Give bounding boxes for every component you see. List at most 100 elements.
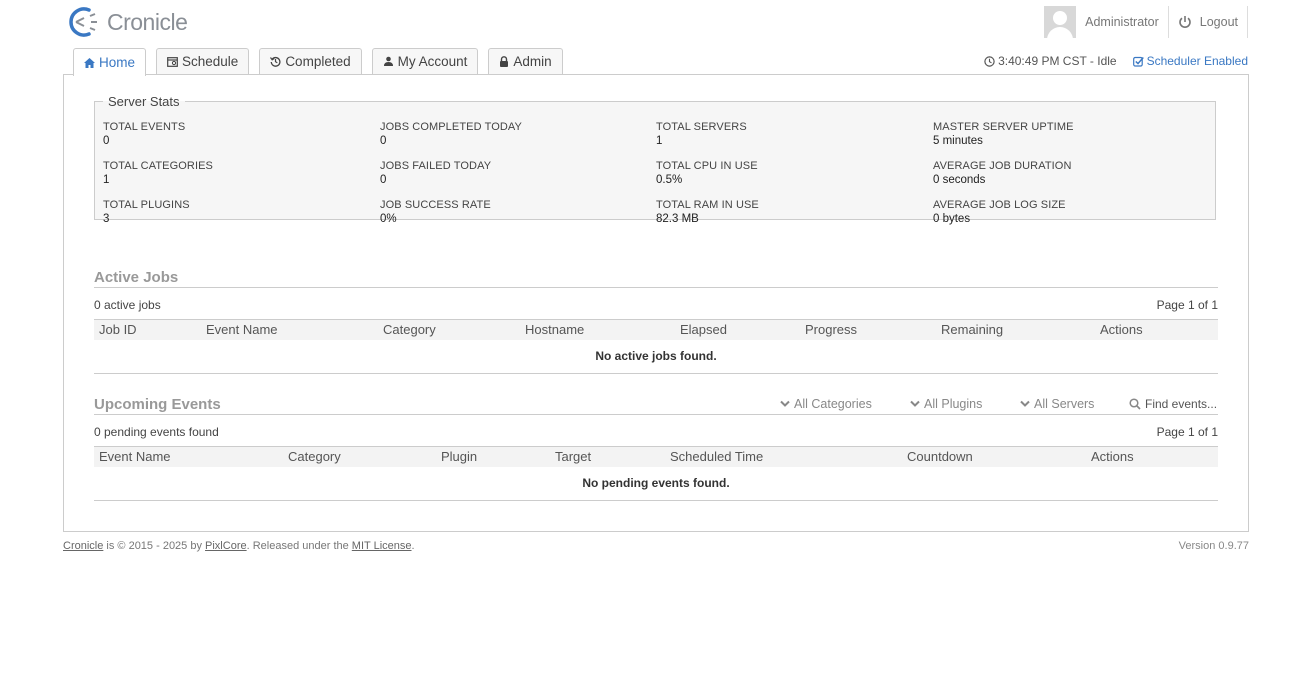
col-elapsed[interactable]: Elapsed [680,322,727,337]
stat-label: TOTAL SERVERS [656,121,747,133]
stat-label: TOTAL PLUGINS [103,199,190,211]
stat-label: JOB SUCCESS RATE [380,199,491,211]
status-bar: 3:40:49 PM CST - Idle Scheduler Enabled [984,54,1248,68]
username-link[interactable]: Administrator [1076,6,1169,38]
tab-schedule[interactable]: Schedule [156,48,250,74]
stat-value: 5 minutes [933,135,983,147]
tab-my-account-label: My Account [397,54,468,69]
footer-copyright: Cronicle is © 2015 - 2025 by PixlCore. R… [63,540,415,552]
stat-value: 1 [656,135,663,147]
stat-job-success-rate: JOB SUCCESS RATE 0% [380,199,640,225]
footer-text: . Released under the [246,540,352,552]
col-hostname[interactable]: Hostname [525,322,584,337]
footer-app-link[interactable]: Cronicle [63,540,103,552]
chevron-down-icon [780,400,790,407]
footer-author-link[interactable]: PixlCore [205,540,247,552]
calendar-icon [167,57,178,67]
stat-total-categories: TOTAL CATEGORIES 1 [103,160,363,186]
col-event-name[interactable]: Event Name [99,449,171,464]
filter-categories[interactable]: All Categories [780,397,872,411]
app-logo[interactable]: Cronicle [65,4,188,40]
active-jobs-pagination: Page 1 of 1 [1156,298,1218,312]
col-progress[interactable]: Progress [805,322,857,337]
stat-value: 0 bytes [933,213,971,225]
footer-version: Version 0.9.77 [1178,540,1249,552]
tab-admin[interactable]: Admin [488,48,563,74]
col-scheduled-time[interactable]: Scheduled Time [670,449,763,464]
stat-value: 0 [380,174,387,186]
logout-label: Logout [1199,15,1238,29]
stat-value: 0 seconds [933,174,986,186]
search-icon [1129,398,1141,410]
col-job-id[interactable]: Job ID [99,322,137,337]
stat-total-events: TOTAL EVENTS 0 [103,121,363,147]
section-divider [94,287,1218,288]
app-name: Cronicle [107,8,188,35]
col-target[interactable]: Target [555,449,591,464]
table-bottom-rule [94,500,1218,501]
stat-value: 82.3 MB [656,213,699,225]
history-icon [270,56,281,67]
checkbox-checked-icon [1132,56,1144,67]
chevron-down-icon [1020,400,1030,407]
stat-label: AVERAGE JOB LOG SIZE [933,199,1066,211]
col-countdown[interactable]: Countdown [907,449,973,464]
avatar[interactable] [1044,6,1077,38]
table-bottom-rule [94,373,1218,374]
col-plugin[interactable]: Plugin [441,449,477,464]
stat-jobs-completed-today: JOBS COMPLETED TODAY 0 [380,121,640,147]
tab-completed[interactable]: Completed [259,48,362,74]
filter-categories-label: All Categories [794,397,872,411]
upcoming-count: 0 pending events found [94,425,219,439]
col-category[interactable]: Category [288,449,341,464]
upcoming-pagination: Page 1 of 1 [1156,425,1218,439]
upcoming-events-title: Upcoming Events [94,396,221,413]
stat-total-cpu: TOTAL CPU IN USE 0.5% [656,160,916,186]
footer-text: is © 2015 - 2025 by [103,540,206,552]
power-icon [1179,16,1191,28]
stat-label: TOTAL RAM IN USE [656,199,759,211]
main-tabs: Home Schedule Completed My Account Admin [73,48,573,76]
stat-avg-log-size: AVERAGE JOB LOG SIZE 0 bytes [933,199,1193,225]
section-divider [94,414,1218,415]
scheduler-toggle[interactable]: Scheduler Enabled [1132,54,1248,68]
stat-master-uptime: MASTER SERVER UPTIME 5 minutes [933,121,1193,147]
footer-text: . [411,540,415,552]
tab-schedule-label: Schedule [182,54,239,69]
stat-value: 0.5% [656,174,683,186]
tab-admin-label: Admin [513,54,552,69]
stat-label: JOBS FAILED TODAY [380,160,492,172]
active-jobs-empty: No active jobs found. [595,349,717,363]
clock-icon [984,55,995,67]
tab-my-account[interactable]: My Account [371,48,479,74]
lock-icon [500,56,509,67]
stat-value: 3 [103,213,110,225]
upcoming-empty: No pending events found. [582,476,730,490]
chevron-down-icon [910,400,920,407]
home-icon [84,57,95,68]
server-stats-title: Server Stats [108,94,180,109]
stat-total-ram: TOTAL RAM IN USE 82.3 MB [656,199,916,225]
stat-label: TOTAL CATEGORIES [103,160,213,172]
filter-servers[interactable]: All Servers [1020,397,1094,411]
filter-plugins[interactable]: All Plugins [910,397,982,411]
stat-avg-job-duration: AVERAGE JOB DURATION 0 seconds [933,160,1193,186]
col-actions: Actions [1091,449,1134,464]
stat-label: TOTAL CPU IN USE [656,160,758,172]
logout-button[interactable]: Logout [1169,6,1248,38]
stat-label: AVERAGE JOB DURATION [933,160,1072,172]
stat-value: 0% [380,213,397,225]
col-remaining[interactable]: Remaining [941,322,1003,337]
search-events[interactable]: Find events... [1129,397,1217,411]
tab-home[interactable]: Home [73,48,147,76]
tab-home-label: Home [99,55,136,70]
stat-label: MASTER SERVER UPTIME [933,121,1074,133]
footer-license-link[interactable]: MIT License [352,540,412,552]
stat-value: 0 [103,135,110,147]
cronicle-logo-icon [69,7,97,37]
col-event-name[interactable]: Event Name [206,322,278,337]
stat-total-plugins: TOTAL PLUGINS 3 [103,199,363,225]
search-input[interactable]: Find events... [1145,397,1217,411]
upcoming-table-header: Event Name Category Plugin Target Schedu… [94,446,1218,467]
col-category[interactable]: Category [383,322,436,337]
